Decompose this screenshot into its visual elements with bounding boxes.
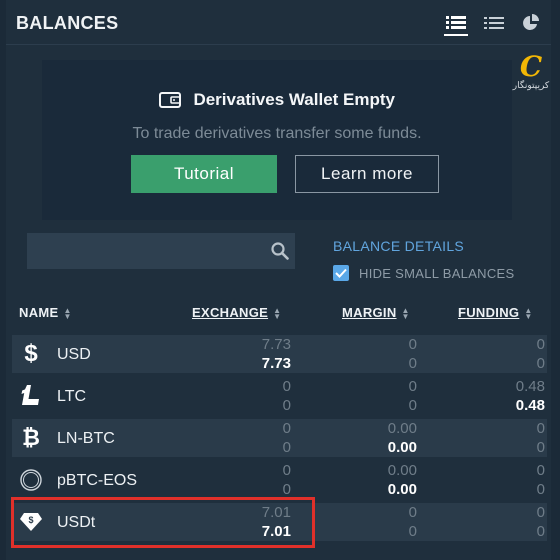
funding-cell: 00 <box>536 336 545 372</box>
empty-state-title: Derivatives Wallet Empty <box>193 90 395 109</box>
usdt-highlight-box <box>11 497 315 548</box>
search-input[interactable] <box>27 233 295 269</box>
detailed-list-icon <box>446 16 466 29</box>
brand-logo-icon: C <box>519 50 543 83</box>
brand-text: کریپتونگار <box>512 80 550 90</box>
empty-state-subtitle: To trade derivatives transfer some funds… <box>132 125 422 142</box>
panel-title: BALANCES <box>16 13 119 33</box>
wallet-icon <box>158 92 181 108</box>
tutorial-button[interactable]: Tutorial <box>131 155 277 193</box>
checkmark-icon <box>335 268 347 278</box>
search-icon <box>271 242 289 260</box>
dollar-icon: $ <box>24 340 38 367</box>
asset-name: USD <box>57 346 91 363</box>
table-row[interactable]: pBTC-EOS 00 0.00 0.00 00 <box>12 461 547 499</box>
sort-icon: ▲ ▼ <box>273 305 282 321</box>
table-row[interactable]: LTC 00 00 0.48 0.48 <box>12 377 547 415</box>
margin-cell: 00 <box>408 504 417 540</box>
column-funding-header[interactable]: FUNDING ▲ ▼ <box>458 305 533 320</box>
funding-cell: 00 <box>536 504 545 540</box>
bitcoin-icon: ₿ <box>22 425 40 450</box>
pbtc-eos-icon <box>19 468 43 492</box>
table-row[interactable]: ₿ LN-BTC 00 0.00 0.00 00 <box>12 419 547 457</box>
margin-cell: 00 <box>408 378 417 414</box>
funding-cell: 00 <box>536 462 545 498</box>
column-name-header[interactable]: NAME ▲ ▼ <box>19 305 72 320</box>
funding-cell: 00 <box>536 420 545 456</box>
exchange-cell: 00 <box>282 462 291 498</box>
table-row[interactable]: $ USD 7.73 7.73 00 00 <box>12 335 547 373</box>
column-margin-header[interactable]: MARGIN ▲ ▼ <box>342 305 410 320</box>
brand-watermark: C کریپتونگار <box>509 52 553 96</box>
panel-header: BALANCES <box>6 0 551 45</box>
pie-chart-view-button[interactable] <box>519 12 543 34</box>
margin-cell: 00 <box>408 336 417 372</box>
litecoin-icon <box>19 384 43 408</box>
balances-panel: BALANCES Derivatives Wallet Empty To tra… <box>6 0 551 560</box>
balance-details-link[interactable]: BALANCE DETAILS <box>333 238 464 254</box>
pie-chart-icon <box>523 14 539 30</box>
asset-name: LTC <box>57 388 87 405</box>
sort-icon: ▲ ▼ <box>524 305 533 321</box>
table-header: NAME ▲ ▼ EXCHANGE ▲ ▼ MARGIN ▲ ▼ FUNDING ▲ ▼ <box>6 305 551 323</box>
margin-cell: 0.00 0.00 <box>387 462 417 498</box>
compact-list-view-button[interactable] <box>482 12 506 34</box>
margin-cell: 0.00 0.00 <box>387 420 417 456</box>
hide-small-balances-checkbox[interactable] <box>333 265 349 281</box>
derivatives-empty-state: Derivatives Wallet Empty To trade deriva… <box>42 60 512 220</box>
learn-more-button[interactable]: Learn more <box>295 155 439 193</box>
sort-icon: ▲ ▼ <box>401 305 410 321</box>
sort-icon: ▲ ▼ <box>63 305 72 321</box>
hide-small-balances-label: HIDE SMALL BALANCES <box>359 265 515 281</box>
funding-cell: 0.48 0.48 <box>515 378 545 414</box>
asset-name: LN-BTC <box>57 430 115 447</box>
column-exchange-header[interactable]: EXCHANGE ▲ ▼ <box>192 305 281 320</box>
exchange-cell: 7.73 7.73 <box>261 336 291 372</box>
exchange-cell: 00 <box>282 378 291 414</box>
asset-name: pBTC-EOS <box>57 472 138 489</box>
hide-small-balances-toggle[interactable]: HIDE SMALL BALANCES <box>333 265 515 281</box>
list-icon <box>484 17 504 29</box>
detailed-list-view-button[interactable] <box>444 12 468 36</box>
exchange-cell: 00 <box>282 420 291 456</box>
